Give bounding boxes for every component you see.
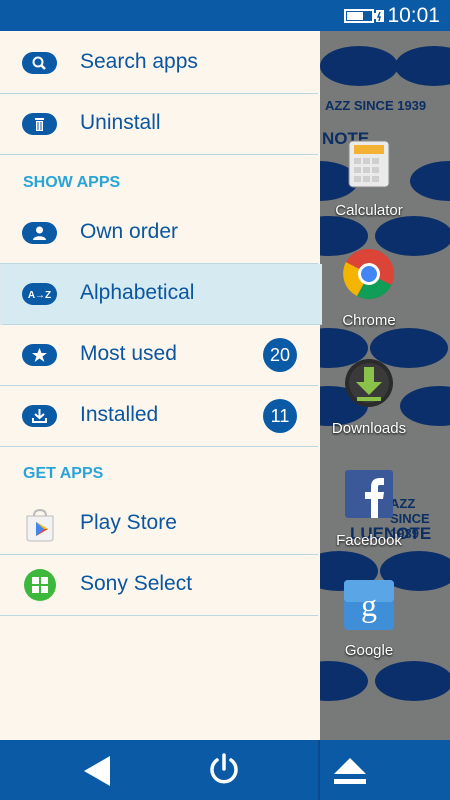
svg-text:g: g xyxy=(361,587,377,623)
sony-select-icon xyxy=(24,569,56,601)
app-google[interactable]: g Google xyxy=(314,580,424,660)
chrome-icon xyxy=(343,248,394,300)
menu-item-uninstall[interactable]: Uninstall xyxy=(0,94,318,155)
app-label: Downloads xyxy=(331,420,407,437)
eject-icon[interactable] xyxy=(333,756,367,786)
downloads-icon xyxy=(345,359,393,407)
menu-item-label: Installed xyxy=(80,403,159,426)
menu-item-search-apps[interactable]: Search apps xyxy=(0,33,318,94)
wallpaper-dot xyxy=(320,46,398,86)
download-icon xyxy=(22,405,57,427)
app-facebook[interactable]: Facebook xyxy=(314,470,424,550)
back-icon[interactable] xyxy=(82,755,112,787)
wallpaper-dot xyxy=(375,661,450,701)
app-calculator[interactable]: Calculator xyxy=(314,140,424,220)
wallpaper-dot xyxy=(320,661,368,701)
menu-item-label: Most used xyxy=(80,342,177,365)
star-icon xyxy=(22,344,57,366)
wallpaper-text: AZZ SINCE 1939 xyxy=(325,98,427,113)
app-drawer-menu: Search apps Uninstall SHOW APPS Own orde… xyxy=(0,31,322,740)
app-label: Google xyxy=(344,642,394,659)
count-badge: 11 xyxy=(263,399,297,433)
facebook-icon xyxy=(345,470,393,518)
menu-item-label: Alphabetical xyxy=(80,281,195,304)
menu-item-installed[interactable]: Installed 11 xyxy=(0,386,318,447)
navbar-divider xyxy=(318,740,320,800)
power-icon[interactable] xyxy=(207,752,241,786)
app-label: Chrome xyxy=(342,312,396,329)
search-icon xyxy=(22,52,57,74)
menu-item-alphabetical[interactable]: A→Z Alphabetical xyxy=(0,264,322,325)
app-downloads[interactable]: Downloads xyxy=(314,358,424,438)
count-badge: 20 xyxy=(263,338,297,372)
google-icon: g xyxy=(344,580,394,630)
status-bar: 10:01 xyxy=(0,0,450,31)
menu-item-label: Own order xyxy=(80,220,179,243)
menu-item-label: Sony Select xyxy=(80,572,193,595)
app-label: Calculator xyxy=(335,202,403,219)
menu-item-most-used[interactable]: Most used 20 xyxy=(0,325,318,386)
app-label: Facebook xyxy=(336,532,402,549)
section-header-get-apps: GET APPS xyxy=(23,465,104,482)
svg-text:A→Z: A→Z xyxy=(28,290,51,301)
section-header-show-apps: SHOW APPS xyxy=(23,174,121,191)
menu-item-own-order[interactable]: Own order xyxy=(0,203,318,264)
app-chrome[interactable]: Chrome xyxy=(314,248,424,330)
trash-icon xyxy=(22,113,57,135)
navigation-bar xyxy=(0,740,450,800)
menu-item-label: Search apps xyxy=(80,50,198,73)
play-store-icon xyxy=(26,508,54,542)
menu-item-play-store[interactable]: Play Store xyxy=(0,494,318,555)
status-time: 10:01 xyxy=(387,4,440,27)
person-icon xyxy=(22,222,57,244)
menu-item-label: Uninstall xyxy=(80,111,161,134)
battery-charging-icon xyxy=(344,9,384,23)
wallpaper-dot xyxy=(395,46,450,86)
menu-item-sony-select[interactable]: Sony Select xyxy=(0,555,318,616)
calculator-icon xyxy=(348,140,390,188)
a-z-icon: A→Z xyxy=(22,283,57,305)
menu-item-label: Play Store xyxy=(80,511,177,534)
